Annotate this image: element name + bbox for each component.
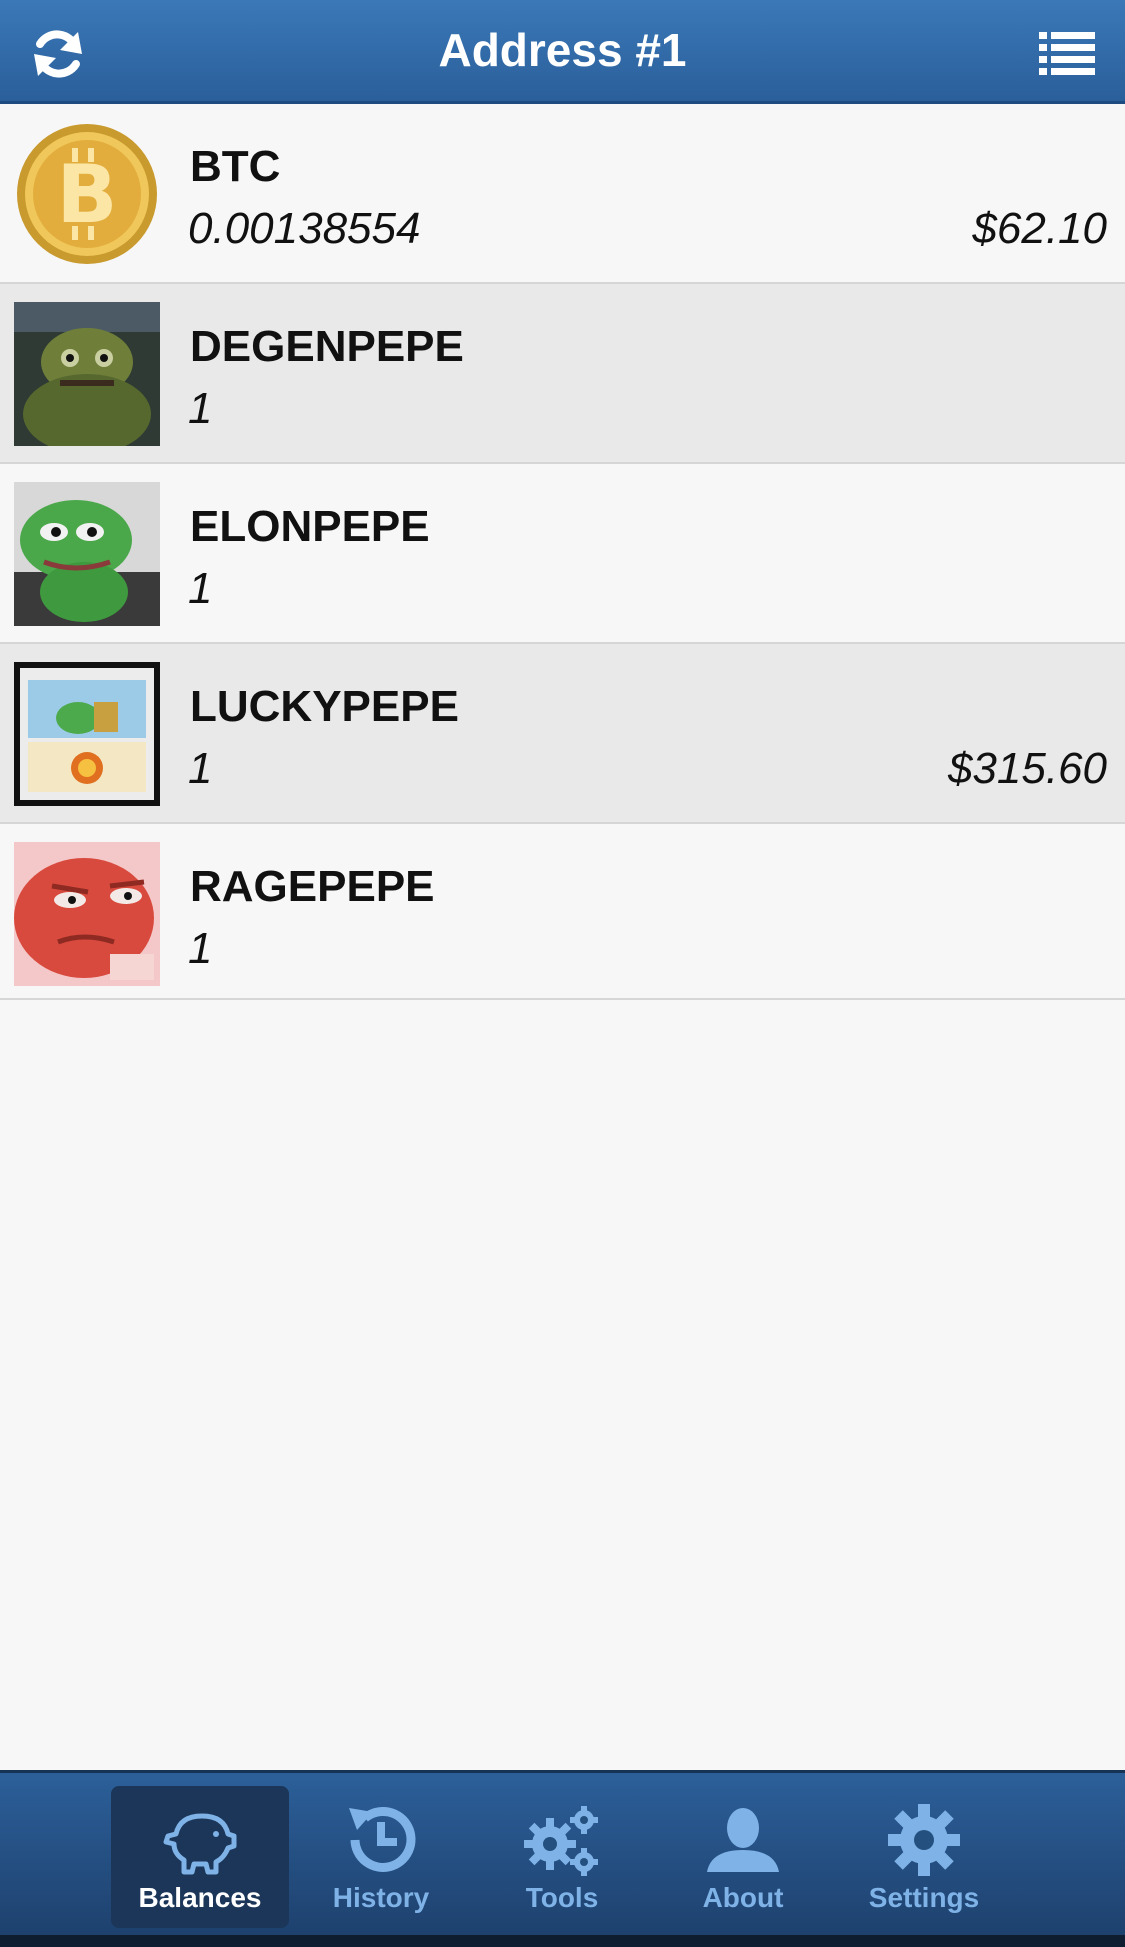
svg-text:B: B — [57, 148, 118, 241]
asset-quantity: 1 — [188, 564, 213, 613]
tab-tools[interactable]: Tools — [473, 1786, 651, 1928]
piggy-bank-icon — [163, 1813, 237, 1875]
bottom-tab-bar: Balances History Tools About Settings — [0, 1770, 1125, 1947]
asset-usd-value: $315.60 — [947, 744, 1107, 793]
gear-icon — [888, 1804, 960, 1876]
home-indicator-strip — [0, 1935, 1125, 1947]
asset-name: BTC — [190, 142, 281, 191]
asset-quantity: 0.00138554 — [188, 204, 421, 253]
asset-name: RAGEPEPE — [190, 862, 435, 911]
address-list-button[interactable] — [1037, 26, 1097, 82]
history-icon — [349, 1807, 416, 1872]
luckypepe-card-icon — [14, 662, 160, 806]
asset-quantity: 1 — [188, 744, 213, 793]
tab-history[interactable]: History — [292, 1786, 470, 1928]
person-icon — [707, 1808, 779, 1872]
ragepepe-card-icon — [14, 842, 160, 986]
balance-row-elonpepe[interactable]: ELONPEPE 1 — [0, 464, 1125, 644]
tab-label: History — [332, 1882, 430, 1913]
tab-label: Balances — [138, 1882, 262, 1913]
asset-quantity: 1 — [188, 924, 213, 973]
degenpepe-card-icon — [14, 302, 160, 446]
asset-quantity: 1 — [188, 384, 213, 433]
asset-name: DEGENPEPE — [190, 322, 464, 371]
tab-label: Tools — [525, 1882, 599, 1913]
list-icon — [1039, 32, 1095, 75]
elonpepe-card-icon — [14, 482, 160, 626]
tab-settings[interactable]: Settings — [835, 1786, 1013, 1928]
balance-row-degenpepe[interactable]: DEGENPEPE 1 — [0, 284, 1125, 464]
balance-row-ragepepe[interactable]: RAGEPEPE 1 — [0, 824, 1125, 1000]
bitcoin-coin-icon: B — [14, 122, 160, 266]
tab-label: Settings — [868, 1882, 980, 1913]
gears-icon — [524, 1806, 598, 1876]
balances-list: B BTC 0.00138554 $62.10 DEGENPEPE 1 ELON… — [0, 104, 1125, 1000]
tab-label: About — [702, 1882, 784, 1913]
tab-balances[interactable]: Balances — [111, 1786, 289, 1928]
page-title: Address #1 — [438, 24, 687, 76]
asset-name: ELONPEPE — [190, 502, 430, 551]
asset-name: LUCKYPEPE — [190, 682, 459, 731]
tab-about[interactable]: About — [654, 1786, 832, 1928]
balance-row-btc[interactable]: B BTC 0.00138554 $62.10 — [0, 104, 1125, 284]
asset-usd-value: $62.10 — [972, 204, 1107, 253]
balance-row-luckypepe[interactable]: LUCKYPEPE 1 $315.60 — [0, 644, 1125, 824]
app-header: Address #1 — [0, 0, 1125, 104]
